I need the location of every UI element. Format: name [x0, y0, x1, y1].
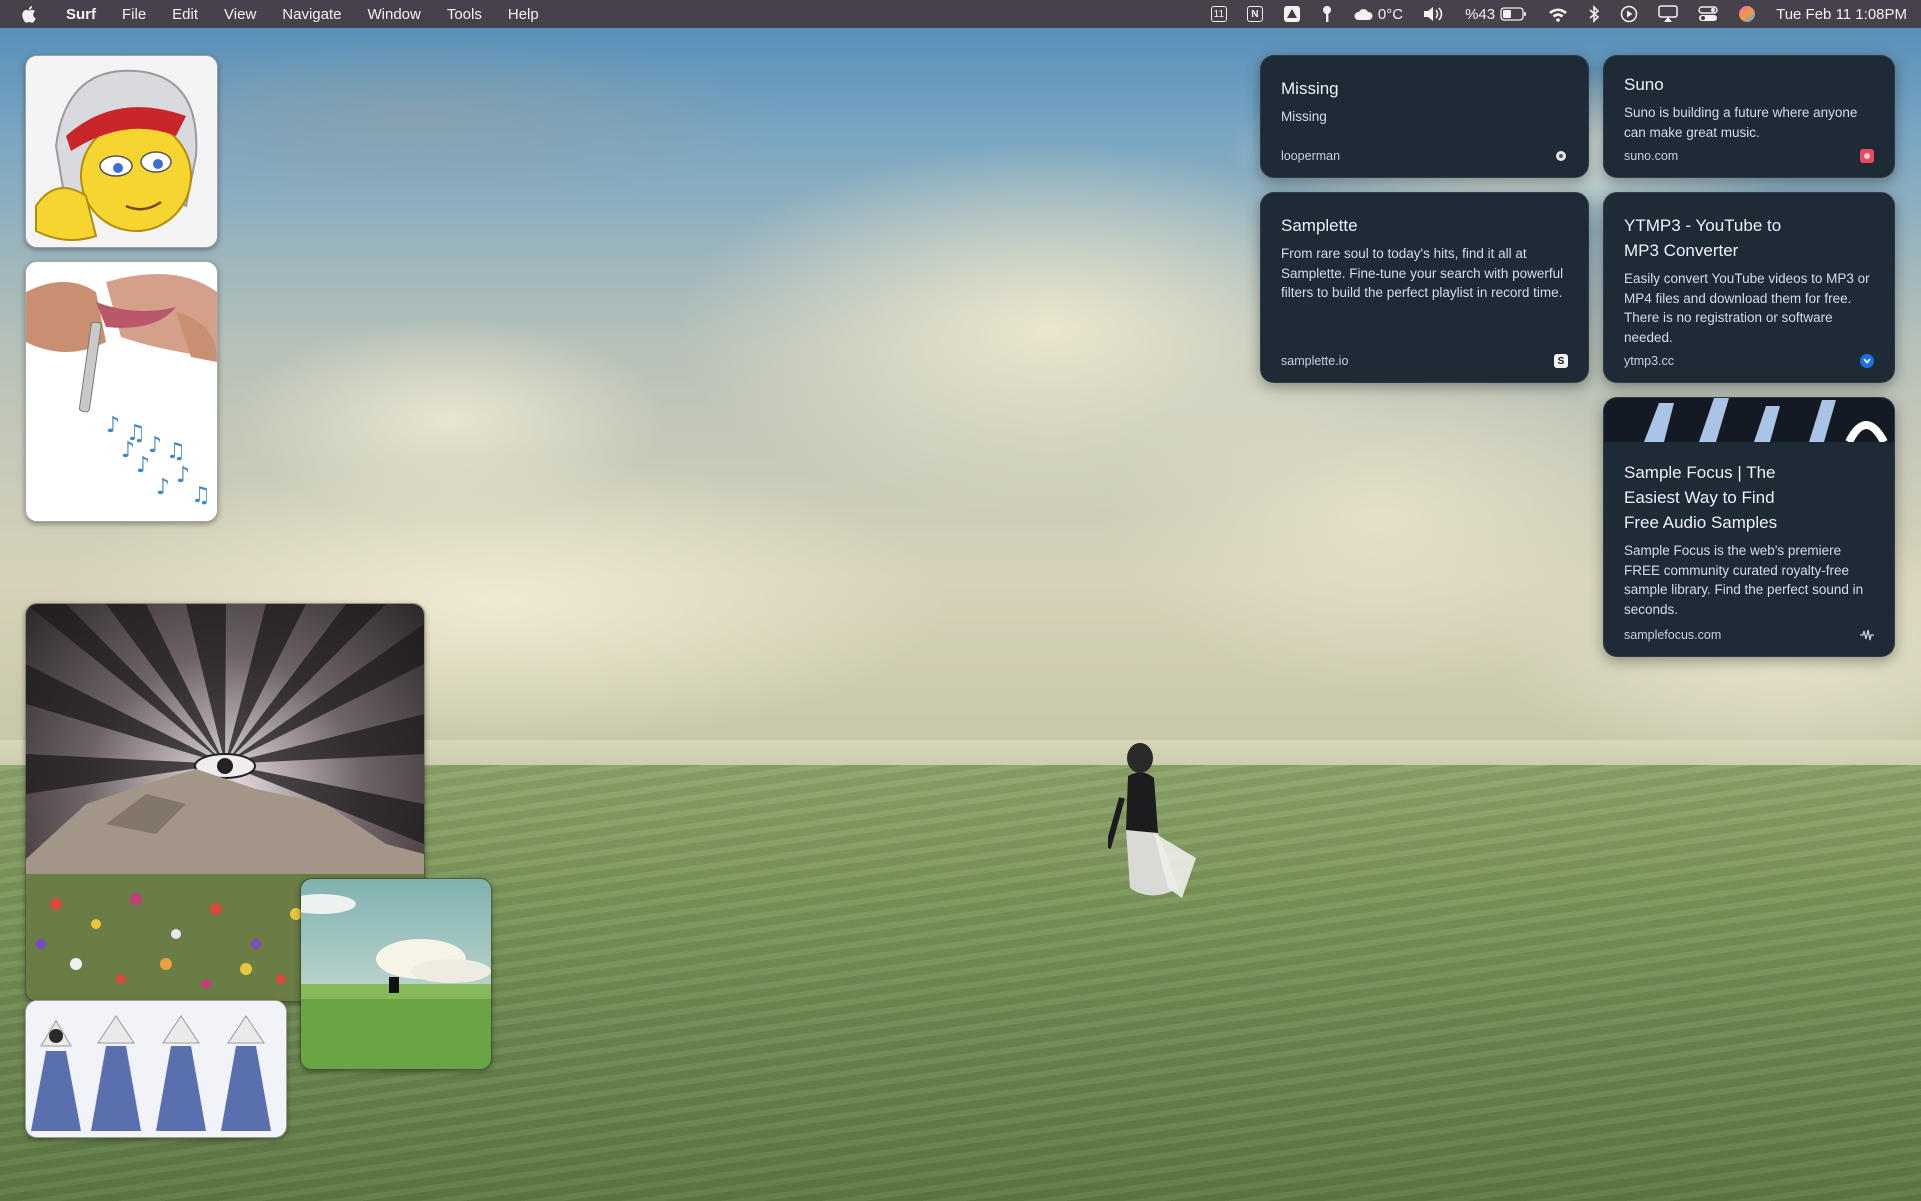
card-samplette[interactable]: Samplette From rare soul to today's hits… [1260, 192, 1589, 383]
ytmp3-favicon-icon [1860, 354, 1874, 368]
card-samplefocus[interactable]: Sample Focus | The Easiest Way to Find F… [1603, 397, 1895, 657]
battery-icon [1500, 7, 1527, 21]
menu-left: Surf File Edit View Navigate Window Tool… [22, 5, 565, 23]
menu-edit[interactable]: Edit [172, 6, 198, 23]
svg-text:♫: ♫ [191, 483, 211, 508]
card-domain: samplette.io [1281, 354, 1349, 368]
siri-icon[interactable] [1738, 5, 1756, 23]
weather-temperature: 0°C [1377, 5, 1404, 23]
card-footer: suno.com [1624, 149, 1874, 163]
tile-monolith-field-image[interactable] [300, 878, 492, 1070]
card-footer: ytmp3.cc [1624, 354, 1874, 368]
weather-status[interactable]: 0°C [1353, 6, 1403, 23]
notion-icon[interactable]: N [1246, 6, 1263, 22]
menu-view[interactable]: View [224, 6, 256, 23]
svg-text:♪: ♪ [121, 438, 135, 463]
svg-text:♪: ♪ [136, 453, 150, 478]
drive-icon[interactable] [1283, 5, 1301, 23]
monolith-field-image [301, 879, 491, 1069]
wallpaper-figure [1108, 743, 1196, 898]
volume-icon[interactable] [1423, 6, 1445, 22]
notion-badge: N [1246, 6, 1263, 22]
card-description: Missing [1281, 109, 1327, 124]
svg-text:♪: ♪ [148, 433, 162, 458]
card-domain: suno.com [1624, 149, 1679, 163]
menu-help[interactable]: Help [508, 6, 539, 23]
card-description: From rare soul to today's hits, find it … [1281, 246, 1564, 300]
now-playing-icon[interactable] [1620, 5, 1638, 23]
card-footer: samplefocus.com [1624, 628, 1874, 642]
menu-app-name[interactable]: Surf [66, 6, 96, 23]
svg-text:♪: ♪ [156, 475, 170, 500]
looperman-favicon-icon [1554, 149, 1568, 163]
card-domain: ytmp3.cc [1624, 354, 1675, 368]
card-description: Sample Focus is the web's premiere FREE … [1624, 543, 1864, 617]
tile-whistle-music-image[interactable]: ♪ ♫ ♪ ♫ ♪ ♪ ♫ ♪ ♪ [25, 261, 218, 522]
suno-favicon-icon [1860, 149, 1874, 163]
samplefocus-banner-image [1604, 398, 1894, 442]
svg-text:♫: ♫ [166, 439, 186, 464]
samplefocus-favicon-icon [1860, 628, 1874, 642]
card-title: Sample Focus | The Easiest Way to Find F… [1624, 463, 1778, 532]
clock-datetime[interactable]: Tue Feb 11 1:08PM [1776, 6, 1907, 23]
menu-window[interactable]: Window [367, 6, 420, 23]
card-ytmp3[interactable]: YTMP3 - YouTube to MP3 Converter Easily … [1603, 192, 1895, 383]
menu-navigate[interactable]: Navigate [282, 6, 341, 23]
menu-file[interactable]: File [122, 6, 146, 23]
card-looperman[interactable]: Missing Missing looperman [1260, 55, 1589, 178]
samplette-favicon-icon: S [1554, 354, 1568, 368]
menu-bar: Surf File Edit View Navigate Window Tool… [0, 0, 1921, 28]
control-center-icon[interactable] [1698, 6, 1718, 22]
card-title: Samplette [1281, 216, 1358, 235]
battery-percent: %43 [1465, 5, 1496, 23]
card-footer: samplette.io S [1281, 354, 1568, 368]
tile-dancers-image[interactable] [25, 1000, 287, 1138]
card-domain: looperman [1281, 149, 1341, 163]
card-domain: samplefocus.com [1624, 628, 1722, 642]
bluetooth-icon[interactable] [1588, 5, 1600, 23]
dancers-image [26, 1001, 286, 1137]
card-description: Easily convert YouTube videos to MP3 or … [1624, 271, 1870, 345]
svg-text:♪: ♪ [176, 463, 190, 488]
card-title: Suno [1624, 75, 1664, 94]
card-footer: looperman [1281, 149, 1568, 163]
wifi-icon[interactable] [1548, 7, 1568, 22]
tile-emoji-phone-image[interactable] [25, 55, 218, 248]
card-title: Missing [1281, 79, 1339, 98]
card-description: Suno is building a future where anyone c… [1624, 105, 1858, 140]
calendar-icon[interactable]: 11 [1210, 6, 1227, 22]
key-icon[interactable] [1321, 5, 1333, 23]
calendar-badge: 11 [1210, 6, 1227, 22]
menu-status-area: 11 N 0°C %43 Tue Feb 11 1:08PM [1191, 5, 1907, 23]
whistle-music-image: ♪ ♫ ♪ ♫♪ ♪ ♫♪♪ [26, 262, 217, 521]
battery-status[interactable]: %43 [1465, 6, 1528, 23]
card-title: YTMP3 - YouTube to MP3 Converter [1624, 216, 1782, 260]
card-suno[interactable]: Suno Suno is building a future where any… [1603, 55, 1895, 178]
svg-text:♪: ♪ [106, 413, 120, 438]
airplay-icon[interactable] [1658, 5, 1678, 23]
cloud-icon [1354, 9, 1373, 20]
emoji-phone-image [26, 56, 217, 247]
menu-tools[interactable]: Tools [447, 6, 482, 23]
apple-logo-icon[interactable] [22, 5, 38, 23]
